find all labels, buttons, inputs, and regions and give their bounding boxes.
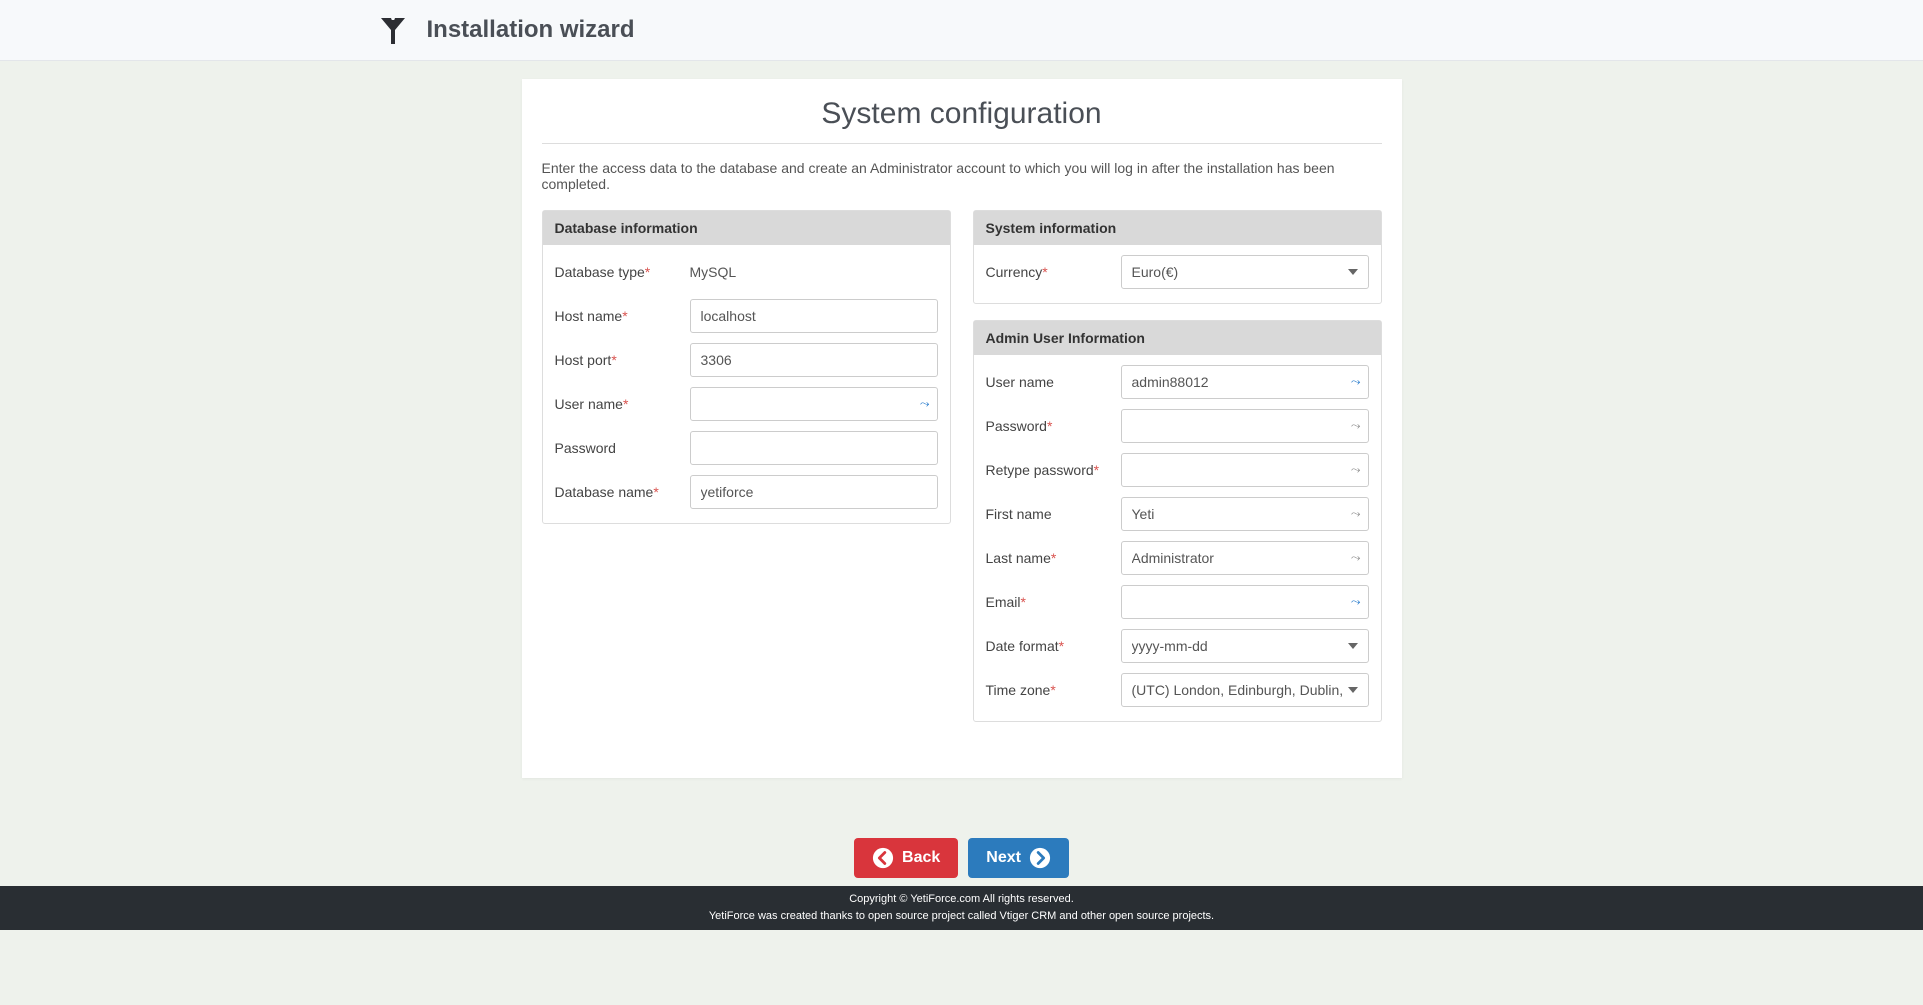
admin-firstname-input[interactable] <box>1121 497 1369 531</box>
footer-line-2: YetiForce was created thanks to open sou… <box>0 908 1923 925</box>
admin-lastname-input[interactable] <box>1121 541 1369 575</box>
currency-select[interactable]: Euro(€) <box>1121 255 1369 289</box>
admin-timezone-select[interactable]: (UTC) London, Edinburgh, Dublin, Lisbon <box>1121 673 1369 707</box>
admin-dateformat-label: Date format* <box>986 638 1121 654</box>
admin-panel-header: Admin User Information <box>974 321 1381 355</box>
arrow-right-circle-icon <box>1029 847 1051 869</box>
admin-timezone-label: Time zone* <box>986 682 1121 698</box>
admin-panel: Admin User Information User name ⤳ Passw… <box>973 320 1382 722</box>
back-button[interactable]: Back <box>854 838 958 878</box>
db-user-input[interactable] <box>690 387 938 421</box>
admin-dateformat-select[interactable]: yyyy-mm-dd <box>1121 629 1369 663</box>
admin-email-input[interactable] <box>1121 585 1369 619</box>
admin-retype-label: Retype password* <box>986 462 1121 478</box>
currency-label: Currency* <box>986 264 1121 280</box>
admin-firstname-label: First name <box>986 506 1121 522</box>
database-panel: Database information Database type* MySQ… <box>542 210 951 524</box>
app-header: Installation wizard <box>0 0 1923 61</box>
database-panel-header: Database information <box>543 211 950 245</box>
main-card: System configuration Enter the access da… <box>522 79 1402 778</box>
admin-password-label: Password* <box>986 418 1121 434</box>
db-port-input[interactable] <box>690 343 938 377</box>
db-name-input[interactable] <box>690 475 938 509</box>
db-password-label: Password <box>555 440 690 456</box>
db-password-input[interactable] <box>690 431 938 465</box>
db-user-label: User name* <box>555 396 690 412</box>
next-button-label: Next <box>986 849 1021 867</box>
back-button-label: Back <box>902 849 940 867</box>
footer: Copyright © YetiForce.com All rights res… <box>0 886 1923 930</box>
db-name-label: Database name* <box>555 484 690 500</box>
system-panel: System information Currency* Euro(€) <box>973 210 1382 304</box>
admin-email-label: Email* <box>986 594 1121 610</box>
admin-password-input[interactable] <box>1121 409 1369 443</box>
admin-username-input[interactable] <box>1121 365 1369 399</box>
db-type-label: Database type* <box>555 264 690 280</box>
db-type-value: MySQL <box>690 264 938 280</box>
db-port-label: Host port* <box>555 352 690 368</box>
db-host-input[interactable] <box>690 299 938 333</box>
next-button[interactable]: Next <box>968 838 1069 878</box>
left-column: Database information Database type* MySQ… <box>542 210 951 738</box>
intro-text: Enter the access data to the database an… <box>542 160 1382 192</box>
page-title: System configuration <box>542 97 1382 144</box>
admin-username-label: User name <box>986 374 1121 390</box>
admin-retype-input[interactable] <box>1121 453 1369 487</box>
system-panel-header: System information <box>974 211 1381 245</box>
right-column: System information Currency* Euro(€) Adm… <box>973 210 1382 738</box>
footer-line-1: Copyright © YetiForce.com All rights res… <box>0 891 1923 908</box>
logo-icon <box>377 14 409 46</box>
admin-lastname-label: Last name* <box>986 550 1121 566</box>
arrow-left-circle-icon <box>872 847 894 869</box>
button-bar: Back Next <box>0 838 1923 886</box>
header-title: Installation wizard <box>427 16 635 44</box>
db-host-label: Host name* <box>555 308 690 324</box>
